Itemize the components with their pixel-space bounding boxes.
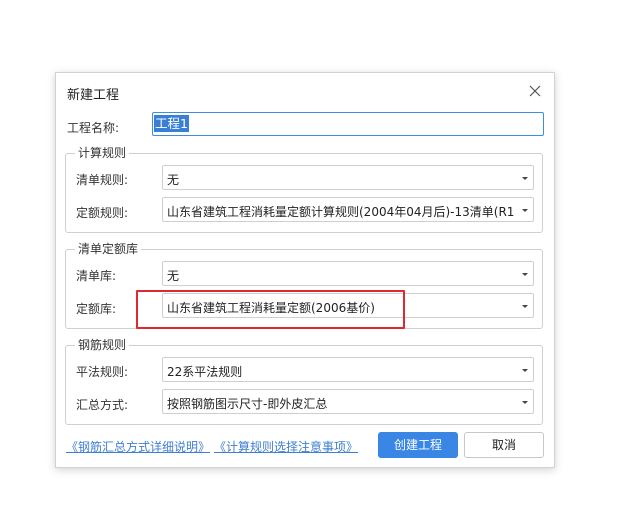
quota-lib-label: 定额库: xyxy=(76,302,117,316)
project-name-value: 工程1 xyxy=(154,115,189,132)
bill-quota-lib-title: 清单定额库 xyxy=(75,242,142,256)
chevron-down-icon xyxy=(522,273,528,276)
chevron-down-icon xyxy=(522,305,528,308)
chevron-down-icon xyxy=(522,209,528,212)
bill-lib-value: 无 xyxy=(167,269,180,283)
bill-lib-label: 清单库: xyxy=(76,269,117,283)
bill-rule-value: 无 xyxy=(167,173,180,187)
create-project-button[interactable]: 创建工程 xyxy=(378,432,458,458)
close-icon[interactable] xyxy=(528,84,542,98)
calc-rule-notes-link[interactable]: 《计算规则选择注意事项》 xyxy=(214,438,358,455)
quota-rule-label: 定额规则: xyxy=(76,206,129,220)
summary-select[interactable]: 按照钢筋图示尺寸-即外皮汇总 xyxy=(162,389,534,414)
chevron-down-icon xyxy=(522,369,528,372)
summary-value: 按照钢筋图示尺寸-即外皮汇总 xyxy=(167,397,328,411)
project-name-label: 工程名称: xyxy=(67,121,120,135)
chevron-down-icon xyxy=(522,177,528,180)
bill-rule-select[interactable]: 无 xyxy=(162,165,534,190)
bill-rule-label: 清单规则: xyxy=(76,173,129,187)
summary-label: 汇总方式: xyxy=(76,398,129,412)
quota-rule-select[interactable]: 山东省建筑工程消耗量定额计算规则(2004年04月后)-13清单(R1.0. xyxy=(162,197,534,222)
calc-rules-title: 计算规则 xyxy=(75,146,130,160)
cancel-button[interactable]: 取消 xyxy=(464,432,544,458)
flat-rule-value: 22系平法规则 xyxy=(167,365,243,379)
flat-rule-label: 平法规则: xyxy=(76,365,129,379)
rebar-summary-help-link[interactable]: 《钢筋汇总方式详细说明》 xyxy=(66,438,210,455)
flat-rule-select[interactable]: 22系平法规则 xyxy=(162,357,534,382)
red-highlight-box xyxy=(136,290,405,329)
dialog-title: 新建工程 xyxy=(67,88,120,103)
chevron-down-icon xyxy=(522,401,528,404)
project-name-input[interactable]: 工程1 xyxy=(152,112,544,136)
rebar-rules-title: 钢筋规则 xyxy=(75,338,130,352)
bill-lib-select[interactable]: 无 xyxy=(162,261,534,286)
quota-rule-value: 山东省建筑工程消耗量定额计算规则(2004年04月后)-13清单(R1.0. xyxy=(167,205,515,219)
